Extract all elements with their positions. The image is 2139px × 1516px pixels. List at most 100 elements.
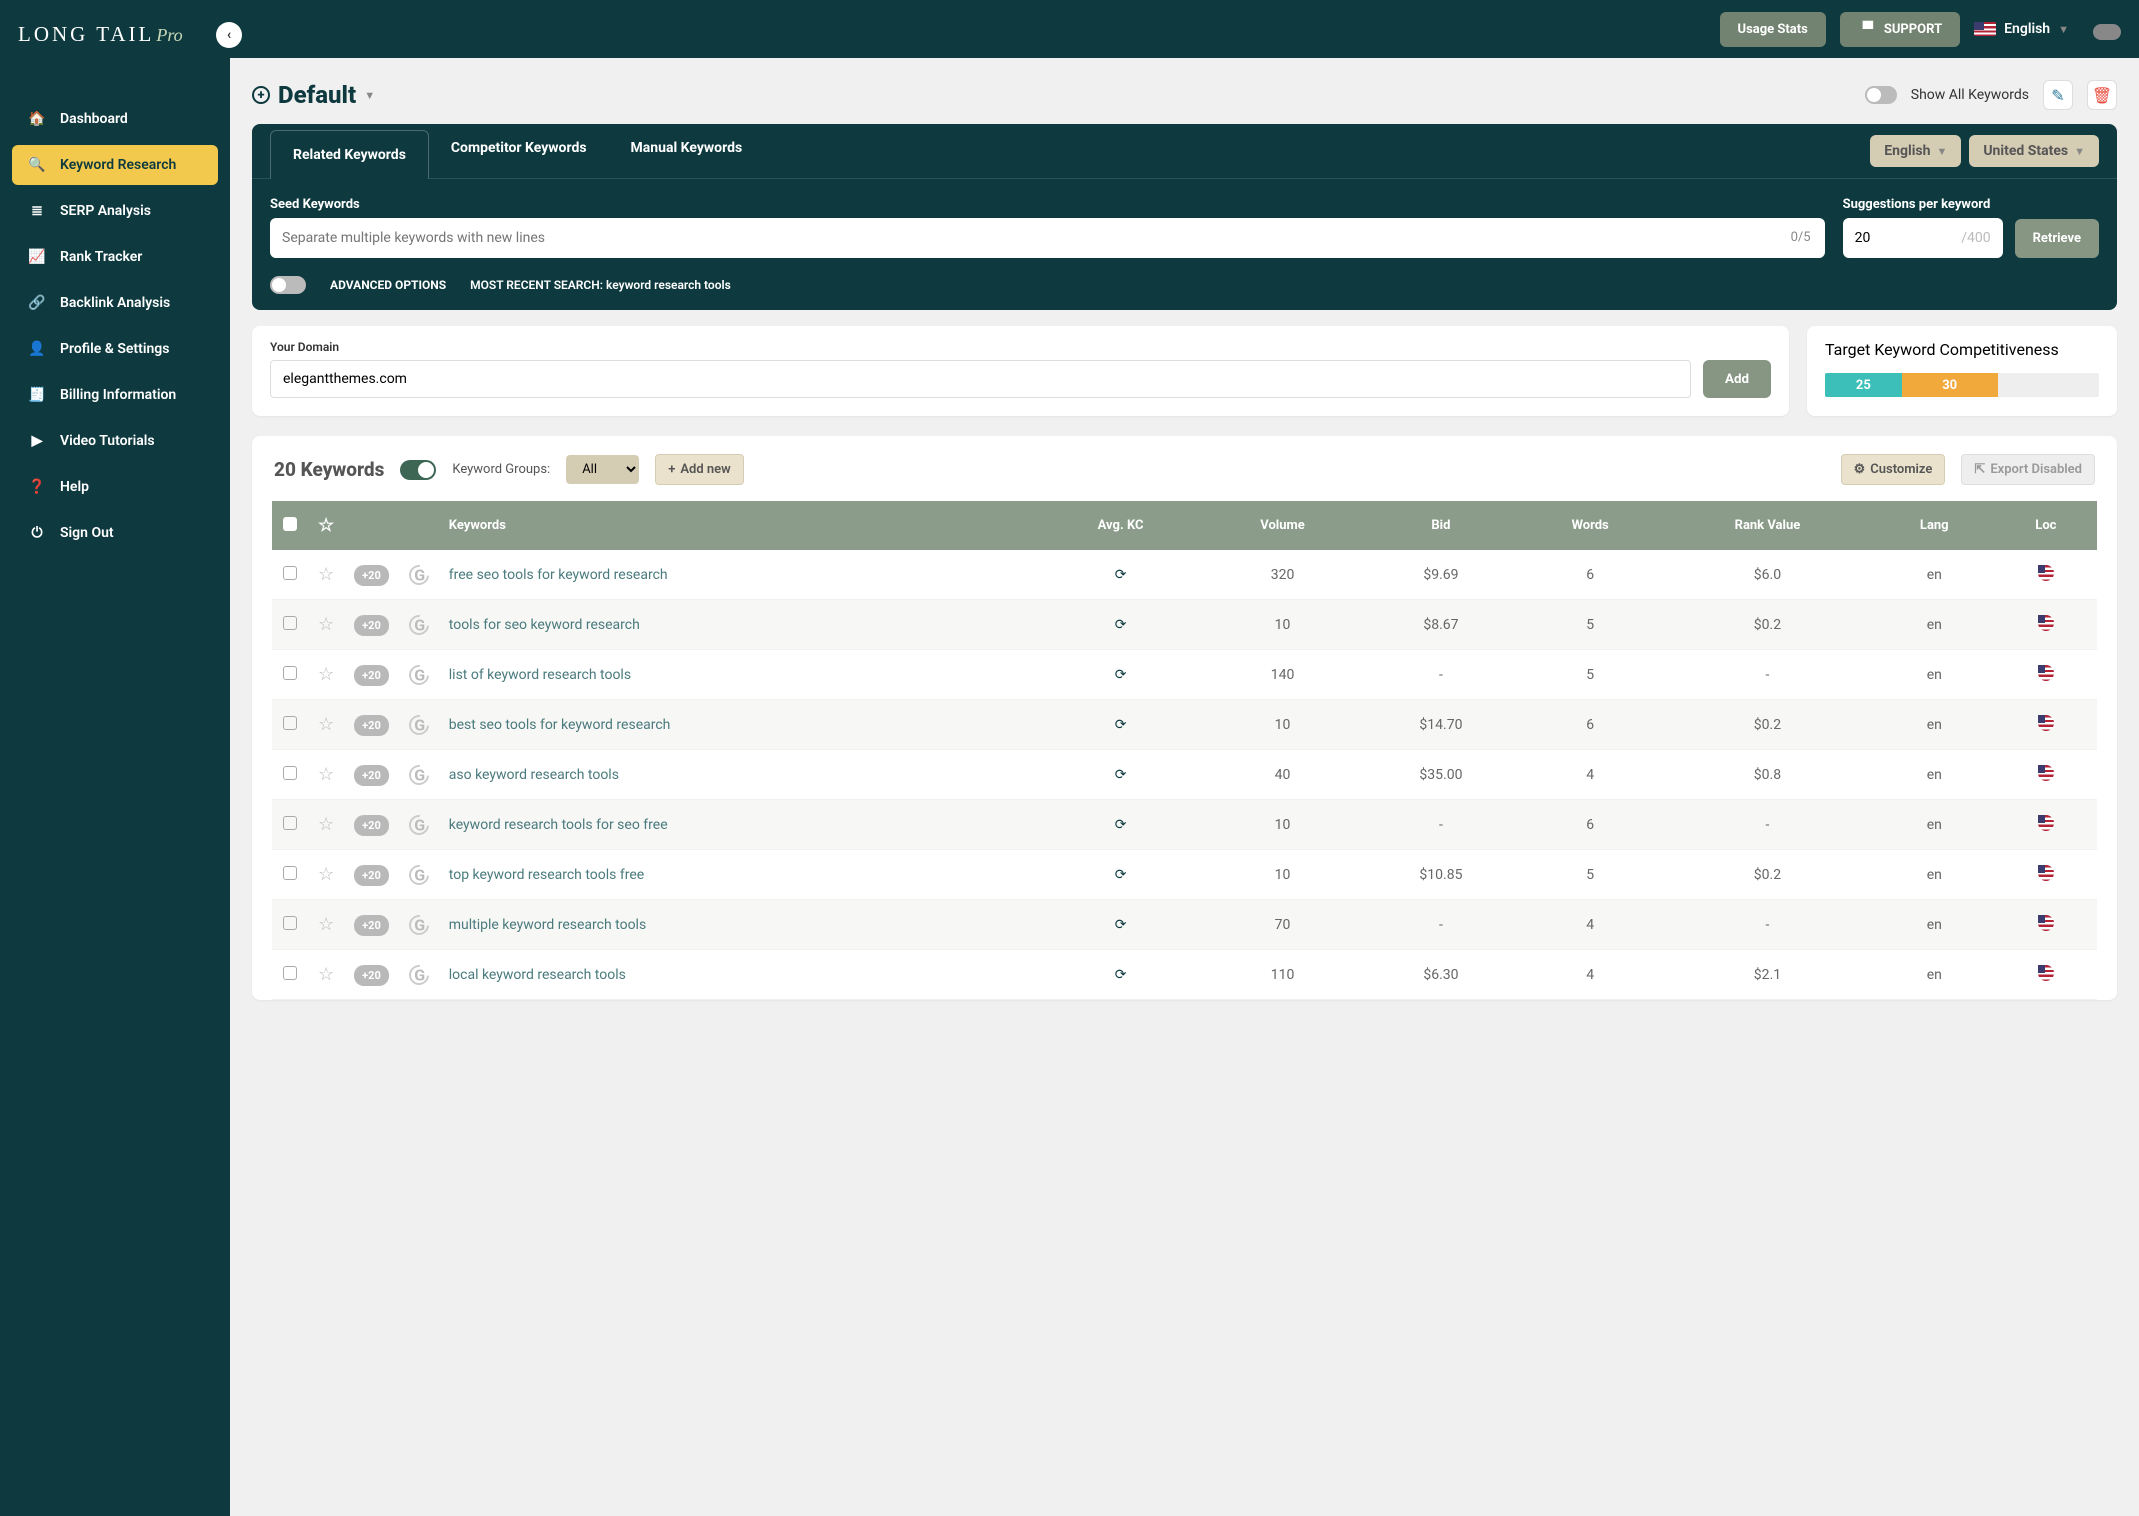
row-checkbox[interactable] xyxy=(283,716,297,730)
expand-chip[interactable]: +20 xyxy=(354,615,389,636)
keyword-cell[interactable]: aso keyword research tools xyxy=(439,750,1039,800)
row-checkbox[interactable] xyxy=(283,616,297,630)
expand-chip[interactable]: +20 xyxy=(354,815,389,836)
refresh-kc-button[interactable]: ⟳ xyxy=(1115,867,1127,883)
keyword-cell[interactable]: local keyword research tools xyxy=(439,950,1039,1000)
keyword-cell[interactable]: keyword research tools for seo free xyxy=(439,800,1039,850)
col-rank-value[interactable]: Rank Value xyxy=(1661,501,1874,550)
project-selector[interactable]: + Default ▼ xyxy=(252,81,375,109)
row-checkbox[interactable] xyxy=(283,866,297,880)
row-checkbox[interactable] xyxy=(283,766,297,780)
refresh-kc-button[interactable]: ⟳ xyxy=(1115,767,1127,783)
keyword-groups-select[interactable]: All xyxy=(566,455,639,484)
usage-stats-button[interactable]: Usage Stats xyxy=(1720,12,1826,47)
favorite-button[interactable]: ☆ xyxy=(318,564,334,585)
keyword-cell[interactable]: best seo tools for keyword research xyxy=(439,700,1039,750)
sidebar-item-rank-tracker[interactable]: 📈Rank Tracker xyxy=(12,237,218,277)
sidebar-item-video-tutorials[interactable]: ▶Video Tutorials xyxy=(12,421,218,461)
google-icon[interactable]: G xyxy=(405,660,433,688)
sidebar-item-dashboard[interactable]: 🏠Dashboard xyxy=(12,99,218,139)
sidebar-item-profile-settings[interactable]: 👤Profile & Settings xyxy=(12,329,218,369)
google-icon[interactable]: G xyxy=(405,860,433,888)
results-toggle[interactable] xyxy=(400,460,436,480)
col-keywords[interactable]: Keywords xyxy=(439,501,1039,550)
refresh-kc-button[interactable]: ⟳ xyxy=(1115,917,1127,933)
dark-mode-toggle[interactable] xyxy=(2093,24,2121,40)
expand-chip[interactable]: +20 xyxy=(354,715,389,736)
google-icon[interactable]: G xyxy=(405,960,433,988)
refresh-kc-button[interactable]: ⟳ xyxy=(1115,567,1127,583)
row-checkbox[interactable] xyxy=(283,666,297,680)
loc-cell xyxy=(1995,950,2097,1000)
col-bid[interactable]: Bid xyxy=(1363,501,1520,550)
search-language-select[interactable]: English▼ xyxy=(1870,135,1961,167)
refresh-kc-button[interactable]: ⟳ xyxy=(1115,667,1127,683)
favorite-button[interactable]: ☆ xyxy=(318,714,334,735)
add-new-group-button[interactable]: +Add new xyxy=(655,454,744,485)
advanced-options-toggle[interactable] xyxy=(270,276,306,294)
customize-columns-button[interactable]: ⚙Customize xyxy=(1841,454,1946,485)
show-all-keywords-toggle[interactable] xyxy=(1865,86,1897,104)
col-words[interactable]: Words xyxy=(1519,501,1661,550)
row-checkbox[interactable] xyxy=(283,566,297,580)
expand-chip[interactable]: +20 xyxy=(354,565,389,586)
kc-slider[interactable]: 25 30 xyxy=(1825,373,2099,397)
tab-related-keywords[interactable]: Related Keywords xyxy=(270,130,429,179)
sidebar-item-keyword-research[interactable]: 🔍Keyword Research xyxy=(12,145,218,185)
sidebar-item-billing-information[interactable]: 🧾Billing Information xyxy=(12,375,218,415)
keyword-cell[interactable]: top keyword research tools free xyxy=(439,850,1039,900)
expand-chip[interactable]: +20 xyxy=(354,765,389,786)
google-icon[interactable]: G xyxy=(405,710,433,738)
google-icon[interactable]: G xyxy=(405,810,433,838)
domain-input[interactable] xyxy=(270,360,1691,398)
expand-chip[interactable]: +20 xyxy=(354,915,389,936)
keyword-cell[interactable]: free seo tools for keyword research xyxy=(439,550,1039,600)
sidebar-item-backlink-analysis[interactable]: 🔗Backlink Analysis xyxy=(12,283,218,323)
expand-chip[interactable]: +20 xyxy=(354,665,389,686)
google-icon[interactable]: G xyxy=(405,610,433,638)
favorite-button[interactable]: ☆ xyxy=(318,814,334,835)
row-checkbox[interactable] xyxy=(283,966,297,980)
row-checkbox[interactable] xyxy=(283,916,297,930)
support-button[interactable]: ▝▘SUPPORT xyxy=(1840,12,1960,47)
keyword-cell[interactable]: list of keyword research tools xyxy=(439,650,1039,700)
sidebar-item-serp-analysis[interactable]: ≣SERP Analysis xyxy=(12,191,218,231)
keyword-cell[interactable]: tools for seo keyword research xyxy=(439,600,1039,650)
refresh-kc-button[interactable]: ⟳ xyxy=(1115,717,1127,733)
row-checkbox[interactable] xyxy=(283,816,297,830)
delete-project-button[interactable]: 🗑 xyxy=(2087,80,2117,110)
expand-chip[interactable]: +20 xyxy=(354,965,389,986)
sidebar-item-sign-out[interactable]: ⏻Sign Out xyxy=(12,513,218,553)
col-volume[interactable]: Volume xyxy=(1202,501,1362,550)
retrieve-button[interactable]: Retrieve xyxy=(2015,219,2099,258)
edit-project-button[interactable]: ✎ xyxy=(2043,80,2073,110)
favorite-button[interactable]: ☆ xyxy=(318,864,334,885)
tab-manual-keywords[interactable]: Manual Keywords xyxy=(609,124,765,178)
favorite-button[interactable]: ☆ xyxy=(318,664,334,685)
refresh-kc-button[interactable]: ⟳ xyxy=(1115,967,1127,983)
select-all-checkbox[interactable] xyxy=(283,517,297,531)
col-avg-kc[interactable]: Avg. KC xyxy=(1039,501,1203,550)
sidebar-item-help[interactable]: ❓Help xyxy=(12,467,218,507)
keyword-cell[interactable]: multiple keyword research tools xyxy=(439,900,1039,950)
favorite-button[interactable]: ☆ xyxy=(318,614,334,635)
sidebar-collapse-button[interactable]: ‹ xyxy=(216,22,242,48)
google-icon[interactable]: G xyxy=(405,910,433,938)
expand-chip[interactable]: +20 xyxy=(354,865,389,886)
refresh-kc-button[interactable]: ⟳ xyxy=(1115,817,1127,833)
favorite-button[interactable]: ☆ xyxy=(318,764,334,785)
google-icon[interactable]: G xyxy=(405,560,433,588)
nav-icon: 📈 xyxy=(26,249,48,265)
tab-competitor-keywords[interactable]: Competitor Keywords xyxy=(429,124,609,178)
favorite-button[interactable]: ☆ xyxy=(318,914,334,935)
search-country-select[interactable]: United States▼ xyxy=(1969,135,2099,167)
favorite-button[interactable]: ☆ xyxy=(318,964,334,985)
seed-keywords-input[interactable] xyxy=(270,218,1825,258)
refresh-kc-button[interactable]: ⟳ xyxy=(1115,617,1127,633)
volume-cell: 10 xyxy=(1202,600,1362,650)
col-loc[interactable]: Loc xyxy=(1995,501,2097,550)
add-domain-button[interactable]: Add xyxy=(1703,360,1771,398)
google-icon[interactable]: G xyxy=(405,760,433,788)
language-selector[interactable]: English▼ xyxy=(1974,21,2069,37)
col-lang[interactable]: Lang xyxy=(1874,501,1995,550)
